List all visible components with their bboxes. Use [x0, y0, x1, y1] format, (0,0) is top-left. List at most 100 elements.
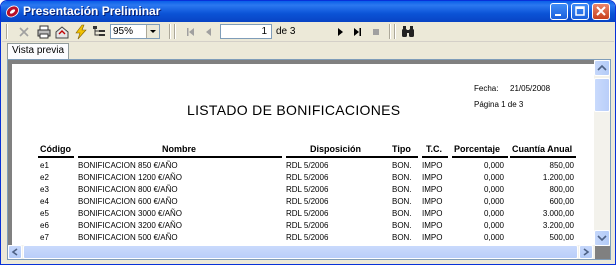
chevron-down-icon: [150, 30, 156, 33]
cell-nombre: BONIFICACION 850 €/AÑO: [78, 161, 178, 170]
minimize-button[interactable]: [550, 3, 568, 20]
column-header-porcentaje: Porcentaje: [454, 144, 501, 154]
cell-porcentaje: 0,000: [483, 185, 504, 194]
cell-disposicion: RDL 5/2006: [286, 209, 329, 218]
cell-tc: IMPO: [422, 161, 443, 170]
cell-nombre: BONIFICACION 600 €/AÑO: [78, 197, 178, 206]
cell-nombre: BONIFICACION 500 €/AÑO: [78, 233, 178, 242]
cell-codigo: e6: [40, 221, 49, 230]
cell-tc: IMPO: [422, 209, 443, 218]
cell-cuantia-anual: 1.200,00: [542, 173, 574, 182]
next-page-icon[interactable]: [332, 24, 348, 40]
close-icon: [596, 6, 606, 16]
cell-codigo: e3: [40, 185, 49, 194]
lightning-icon[interactable]: [73, 24, 89, 40]
toolbar: 95% 1 de 3: [2, 22, 614, 42]
print-icon[interactable]: [36, 24, 52, 40]
vertical-scrollbar[interactable]: [594, 60, 610, 246]
column-header-cuantia-anual: Cuantía Anual: [512, 144, 573, 154]
minimize-icon: [555, 14, 561, 16]
cell-cuantia-anual: 800,00: [549, 185, 574, 194]
cell-tc: IMPO: [422, 197, 443, 206]
cell-tc: IMPO: [422, 221, 443, 230]
page-number-input[interactable]: 1: [220, 24, 272, 39]
date-value: 21/05/2008: [510, 84, 551, 93]
cell-tc: IMPO: [422, 173, 443, 182]
chevron-right-icon: [583, 248, 590, 256]
cell-cuantia-anual: 500,00: [549, 233, 574, 242]
cell-nombre: BONIFICACION 3200 €/AÑO: [78, 221, 183, 230]
toolbar-separator: [169, 24, 171, 39]
cell-nombre: BONIFICACION 1200 €/AÑO: [78, 173, 183, 182]
column-header-tc: T.C.: [426, 144, 443, 154]
header-underline: [38, 156, 74, 158]
page-indicator: Página 1 de 3: [474, 100, 524, 109]
scroll-right-button[interactable]: [579, 245, 593, 259]
cell-disposicion: RDL 5/2006: [286, 221, 329, 230]
app-icon: [6, 5, 19, 18]
cell-tc: IMPO: [422, 233, 443, 242]
maximize-button[interactable]: [571, 3, 589, 20]
scroll-left-button[interactable]: [8, 245, 22, 259]
scroll-down-button[interactable]: [594, 230, 610, 246]
find-icon[interactable]: [400, 24, 416, 40]
chevron-down-icon: [597, 235, 607, 242]
horizontal-scroll-thumb[interactable]: [23, 245, 578, 259]
title-bar[interactable]: Presentación Preliminar: [1, 1, 615, 22]
cell-disposicion: RDL 5/2006: [286, 185, 329, 194]
scroll-up-button[interactable]: [594, 60, 610, 76]
cell-tc: IMPO: [422, 185, 443, 194]
cell-cuantia-anual: 3.000,00: [542, 209, 574, 218]
cell-codigo: e4: [40, 197, 49, 206]
column-header-codigo: Código: [40, 144, 71, 154]
toolbar-separator: [389, 24, 391, 39]
cell-porcentaje: 0,000: [483, 233, 504, 242]
date-label: Fecha:: [474, 84, 499, 93]
cell-nombre: BONIFICACION 3000 €/AÑO: [78, 209, 183, 218]
report-page: Fecha: 21/05/2008 Página 1 de 3 LISTADO …: [12, 64, 595, 246]
cell-disposicion: RDL 5/2006: [286, 197, 329, 206]
cell-tipo: BON.: [392, 221, 412, 230]
header-underline: [452, 156, 508, 158]
report-title: LISTADO DE BONIFICACIONES: [187, 102, 401, 118]
cell-disposicion: RDL 5/2006: [286, 161, 329, 170]
header-underline: [510, 156, 576, 158]
horizontal-scrollbar[interactable]: [8, 245, 595, 259]
last-page-icon[interactable]: [349, 24, 365, 40]
cell-tipo: BON.: [392, 209, 412, 218]
cell-codigo: e5: [40, 209, 49, 218]
cell-tipo: BON.: [392, 233, 412, 242]
header-underline: [390, 156, 418, 158]
column-header-disposicion: Disposición: [310, 144, 362, 154]
toolbar-grip: [6, 24, 8, 39]
previous-page-icon[interactable]: [201, 24, 217, 40]
maximize-icon: [575, 6, 585, 16]
stop-icon[interactable]: [368, 24, 384, 40]
cancel-icon[interactable]: [16, 24, 32, 40]
cell-tipo: BON.: [392, 161, 412, 170]
zoom-select[interactable]: 95%: [110, 24, 160, 39]
header-underline: [286, 156, 390, 158]
close-button[interactable]: [592, 3, 610, 20]
toolbar-separator: [394, 24, 396, 39]
cell-codigo: e2: [40, 173, 49, 182]
zoom-dropdown-button[interactable]: [146, 25, 159, 38]
toolbar-separator: [174, 24, 176, 39]
chevron-left-icon: [11, 248, 18, 256]
first-page-icon[interactable]: [183, 24, 199, 40]
cell-tipo: BON.: [392, 185, 412, 194]
window-title: Presentación Preliminar: [23, 4, 161, 18]
cell-disposicion: RDL 5/2006: [286, 233, 329, 242]
export-icon[interactable]: [54, 24, 70, 40]
report-viewport: Fecha: 21/05/2008 Página 1 de 3 LISTADO …: [7, 59, 611, 260]
tree-icon[interactable]: [91, 24, 107, 40]
cell-porcentaje: 0,000: [483, 209, 504, 218]
cell-codigo: e1: [40, 161, 49, 170]
column-header-tipo: Tipo: [392, 144, 411, 154]
tab-vista-previa[interactable]: Vista previa: [7, 43, 70, 59]
header-underline: [422, 156, 448, 158]
vertical-scroll-thumb[interactable]: [594, 78, 610, 112]
cell-codigo: e7: [40, 233, 49, 242]
cell-disposicion: RDL 5/2006: [286, 173, 329, 182]
header-underline: [78, 156, 282, 158]
